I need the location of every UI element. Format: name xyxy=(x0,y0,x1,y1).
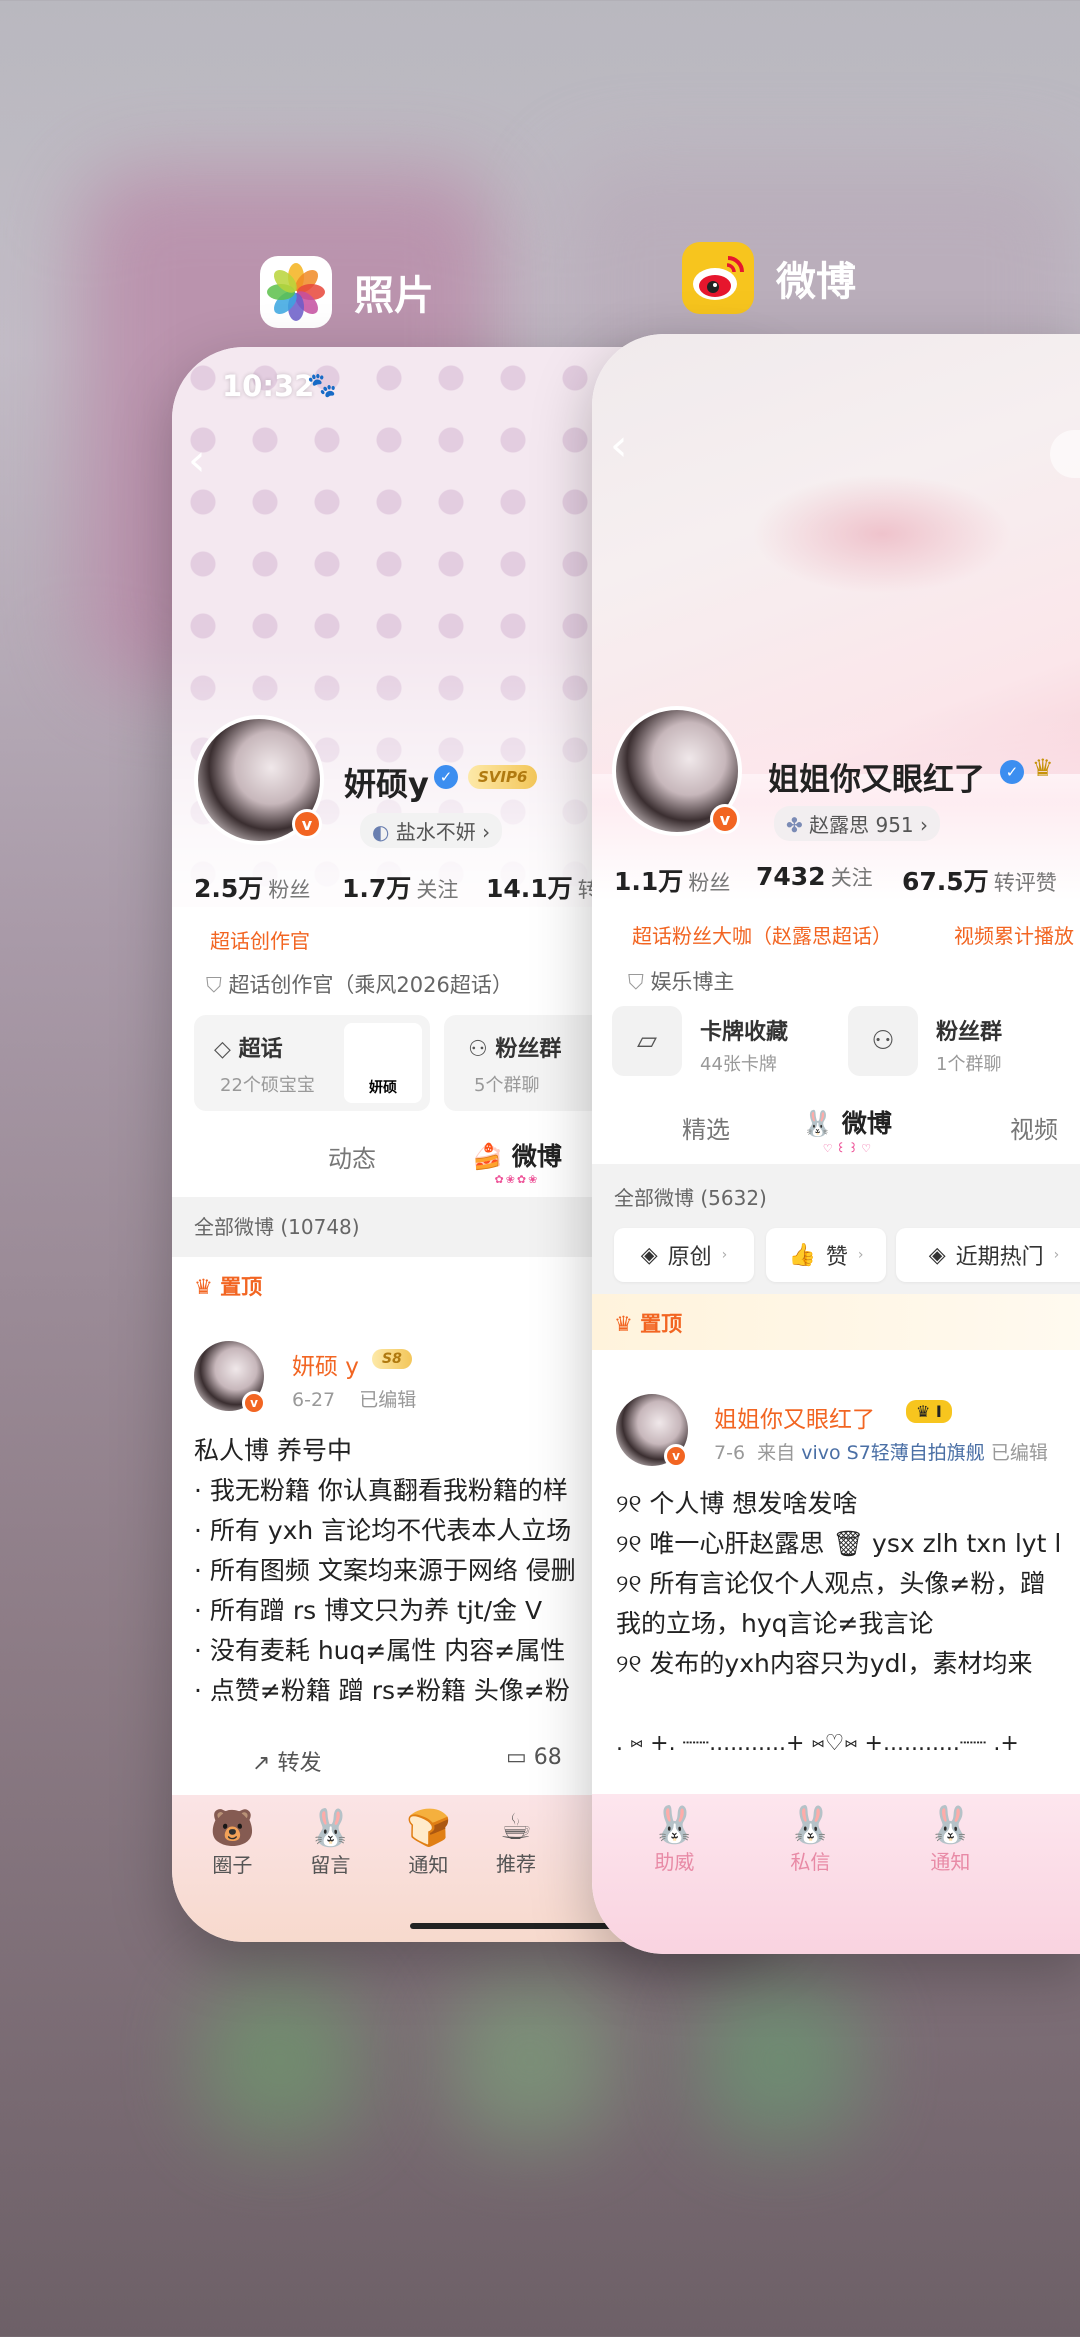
back-icon[interactable]: ‹ xyxy=(188,435,206,486)
post-author-badge: S8 xyxy=(372,1349,412,1369)
certification: ⛉ 娱乐博主 xyxy=(628,970,735,994)
post-body: ୨୧ 个人博 想发啥发啥 ୨୧ 唯一心肝赵露思 🗑 ysx zlh txn ly… xyxy=(616,1484,1080,1764)
photos-app-name: 照片 xyxy=(354,273,434,319)
sub-link[interactable]: ✤ 赵露思 951 › xyxy=(774,806,941,841)
photos-icon xyxy=(260,256,332,328)
shield-icon: ⛉ xyxy=(206,973,222,997)
thumb-up-icon: 👍 xyxy=(788,1242,816,1268)
cup-icon: ☕ xyxy=(499,1807,533,1848)
post-date: 6-27 xyxy=(292,1389,336,1411)
all-weibo-count: 全部微博 (10748) xyxy=(194,1215,360,1239)
post-date: 7-6 xyxy=(714,1442,746,1464)
weibo-app-card[interactable]: ‹ v 姐姐你又眼红了 ✓ ♛ ✤ 赵露思 951 › 1.1万 粉丝 7432… xyxy=(592,334,1080,1954)
bear-icon: 🐻 xyxy=(210,1808,255,1849)
fan-tag[interactable]: 超话粉丝大咖（赵露思超话） xyxy=(632,920,892,949)
nav-notify[interactable]: 🍞 通知 xyxy=(406,1807,451,1878)
video-tag[interactable]: 视频累计播放 xyxy=(954,920,1074,949)
filter-like[interactable]: 👍 赞 › xyxy=(766,1228,886,1282)
bunny-icon: 🐰 xyxy=(308,1808,353,1849)
nav-dm[interactable]: 🐰 私信 xyxy=(788,1804,833,1875)
bunny-icon: 🐰 xyxy=(928,1805,973,1846)
weibo-app-name: 微博 xyxy=(776,259,856,305)
group-icon: ⚇ xyxy=(848,1006,918,1076)
fan-group[interactable]: ⚇ 粉丝群 1个群聊 xyxy=(848,1006,1080,1086)
tab-dynamic[interactable]: 动态 xyxy=(328,1139,376,1174)
weibo-icon xyxy=(682,242,754,314)
status-time: 10:32 xyxy=(222,369,315,403)
post-source[interactable]: vivo S7轻薄自拍旗舰 xyxy=(801,1442,985,1464)
creator-tag[interactable]: 超话创作官 xyxy=(210,925,310,954)
supertopic-card[interactable]: ◇ 超话 22个硕宝宝 妍硕 xyxy=(194,1015,430,1111)
nav-notify[interactable]: 🐰 通知 xyxy=(928,1804,973,1875)
tab-weibo[interactable]: 🍰 微博 ✿❀✿❀ xyxy=(472,1137,562,1186)
shield-icon: ⛉ xyxy=(628,970,644,994)
tab-video[interactable]: 视频 xyxy=(1010,1110,1058,1145)
supertopic-thumb: 妍硕 xyxy=(344,1023,422,1103)
vip-badge: SVIP6 xyxy=(468,765,538,789)
photos-app-label[interactable]: 照片 xyxy=(260,256,434,328)
crown-icon: ♛ xyxy=(194,1275,213,1299)
post-author[interactable]: 姐姐你又眼红了 xyxy=(714,1400,875,1434)
verified-badge-icon: v xyxy=(292,809,322,839)
clover-icon: ✤ xyxy=(786,813,803,837)
certification: ⛉ 超话创作官（乘风2026超话） xyxy=(206,973,513,997)
stat-fans[interactable]: 2.5万 粉丝 xyxy=(194,869,310,905)
comment-button[interactable]: ▭ 68 xyxy=(506,1745,562,1770)
stat-likes[interactable]: 67.5万 转评赞 xyxy=(902,862,1057,898)
layers-icon: ◈ xyxy=(640,1242,658,1268)
nav-recommend[interactable]: ☕ 推荐 xyxy=(496,1807,536,1877)
post-author[interactable]: 妍硕 y xyxy=(292,1347,359,1381)
verified-icon: ✓ xyxy=(1000,760,1024,784)
diamond-icon: ◇ xyxy=(214,1037,231,1062)
post-verified-icon: v xyxy=(664,1444,688,1468)
pinned-label: ♛ 置顶 xyxy=(614,1312,683,1336)
crown-vip-icon: ♛ xyxy=(1032,754,1054,782)
verified-icon: ✓ xyxy=(434,765,458,789)
bunny-icon: 🐰 xyxy=(802,1109,834,1138)
bread-icon: 🍞 xyxy=(406,1808,451,1849)
paw-icon: 🐾 xyxy=(307,371,337,399)
layers-icon: ◈ xyxy=(928,1242,946,1268)
group-icon: ⚇ xyxy=(468,1037,488,1062)
bunny-icon: 🐰 xyxy=(652,1805,697,1846)
tab-weibo[interactable]: 🐰 微博 ♡ ꒰ ꒱ ♡ xyxy=(802,1104,892,1155)
crown-icon: ♛ xyxy=(614,1312,633,1336)
stat-follow[interactable]: 7432 关注 xyxy=(756,862,873,892)
back-icon[interactable]: ‹ xyxy=(610,420,628,471)
username: 姐姐你又眼红了 xyxy=(768,762,985,798)
post-divider: . ⑅ +. ┈┈...........+ ⑅♡⑅ +...........┈┈… xyxy=(616,1731,1019,1756)
post-edited: 已编辑 xyxy=(990,1442,1048,1464)
sub-link[interactable]: ◐ 盐水不妍 › xyxy=(360,813,503,848)
nav-message[interactable]: 🐰 留言 xyxy=(308,1807,353,1878)
tab-featured[interactable]: 精选 xyxy=(682,1110,730,1145)
repost-icon: ↗ xyxy=(252,1751,271,1776)
pinned-label: ♛ 置顶 xyxy=(194,1275,263,1299)
bunny-icon: 🐰 xyxy=(788,1805,833,1846)
crown-icon: ♛ xyxy=(916,1402,931,1421)
stat-fans[interactable]: 1.1万 粉丝 xyxy=(614,862,730,898)
weibo-app-label[interactable]: 微博 xyxy=(682,242,856,314)
cake-icon: 🍰 xyxy=(472,1142,504,1171)
all-weibo-count: 全部微博 (5632) xyxy=(614,1186,767,1210)
stat-follow[interactable]: 1.7万 关注 xyxy=(342,869,458,905)
post-edited: 已编辑 xyxy=(359,1389,417,1411)
filter-hot[interactable]: ◈ 近期热门 › xyxy=(896,1228,1080,1282)
username: 妍硕y xyxy=(344,765,429,803)
comment-icon: ▭ xyxy=(506,1745,527,1770)
nav-circle[interactable]: 🐻 圈子 xyxy=(210,1807,255,1878)
post-verified-icon: v xyxy=(242,1391,266,1415)
stat-repost[interactable]: 14.1万 转 xyxy=(486,869,599,905)
snail-icon: ◐ xyxy=(372,820,390,844)
verified-badge-icon: v xyxy=(710,804,740,834)
repost-button[interactable]: ↗ 转发 xyxy=(252,1745,321,1777)
nav-cheer[interactable]: 🐰 助威 xyxy=(652,1804,697,1875)
card-icon: ▱ xyxy=(612,1006,682,1076)
card-collection[interactable]: ▱ 卡牌收藏 44张卡牌 xyxy=(612,1006,822,1086)
filter-original[interactable]: ◈ 原创 › xyxy=(614,1228,754,1282)
post-level-badge: ♛ I xyxy=(906,1400,952,1423)
